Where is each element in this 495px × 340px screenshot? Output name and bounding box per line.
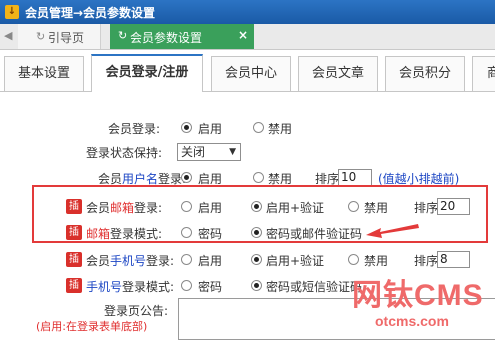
tab-mall[interactable]: 商 — [472, 56, 495, 91]
mobile-login-label: 会员手机号登录: — [86, 254, 175, 268]
plugin-badge: 插 — [66, 199, 82, 214]
username-login-disable-radio[interactable] — [253, 172, 264, 183]
download-arrow-icon: ↓ — [5, 5, 19, 19]
login-keep-label: 登录状态保持: — [86, 146, 163, 160]
email-sort-label: 排序 — [414, 201, 439, 215]
tab-guide-page[interactable]: ↻ 引导页 — [18, 24, 101, 49]
member-login-disable-radio[interactable] — [253, 122, 264, 133]
mobile-login-enable-radio[interactable] — [181, 254, 192, 265]
mobile-login-enable-text: 启用 — [198, 254, 223, 268]
email-login-disable-radio[interactable] — [348, 201, 359, 212]
tab-member-settings-label: 会员参数设置 — [130, 31, 203, 45]
member-login-disable-text: 禁用 — [268, 122, 293, 136]
tab-member-settings[interactable]: ↻ 会员参数设置 × — [110, 24, 254, 49]
member-login-enable-text: 启用 — [198, 122, 223, 136]
email-sort-input[interactable]: 20 — [437, 198, 470, 215]
email-login-disable-text: 禁用 — [364, 201, 389, 215]
email-login-enable-verify-text: 启用+验证 — [266, 201, 325, 215]
mobile-mode-password-or-sms-radio[interactable] — [251, 280, 262, 291]
window-title: 会员管理→会员参数设置 — [25, 6, 156, 20]
email-mode-password-text: 密码 — [198, 227, 223, 241]
login-notice-label: 登录页公告: — [104, 304, 169, 318]
mobile-sort-input[interactable]: 8 — [437, 251, 470, 268]
chevron-down-icon: ▼ — [229, 147, 236, 157]
username-login-enable-radio[interactable] — [181, 172, 192, 183]
mobile-mode-label: 手机号登录模式: — [86, 280, 175, 294]
member-login-enable-radio[interactable] — [181, 122, 192, 133]
username-sort-input[interactable]: 10 — [338, 169, 372, 186]
refresh-icon: ↻ — [118, 29, 128, 42]
email-mode-password-radio[interactable] — [181, 227, 192, 238]
mobile-mode-password-or-sms-text: 密码或短信验证码 — [266, 280, 363, 294]
email-login-enable-verify-radio[interactable] — [251, 201, 262, 212]
mobile-login-enable-verify-radio[interactable] — [251, 254, 262, 265]
tab-member-points[interactable]: 会员积分 — [385, 56, 465, 91]
tab-close-icon[interactable]: × — [238, 28, 248, 42]
login-notice-hint: (启用:在登录表单底部) — [36, 320, 148, 333]
plugin-badge: 插 — [66, 252, 82, 267]
mobile-mode-password-text: 密码 — [198, 280, 223, 294]
email-login-enable-radio[interactable] — [181, 201, 192, 212]
mobile-login-disable-text: 禁用 — [364, 254, 389, 268]
email-login-label: 会员邮箱登录: — [86, 201, 163, 215]
red-arrow-annotation — [366, 224, 419, 238]
watermark-url: otcms.com — [375, 313, 449, 329]
tab-guide-label: 引导页 — [48, 31, 85, 45]
mobile-login-enable-verify-text: 启用+验证 — [266, 254, 325, 268]
email-mode-label: 邮箱登录模式: — [86, 227, 163, 241]
email-mode-password-or-code-radio[interactable] — [251, 227, 262, 238]
plugin-badge: 插 — [66, 278, 82, 293]
login-keep-select[interactable]: 关闭 ▼ — [177, 143, 241, 161]
window-title-bar: ↓ 会员管理→会员参数设置 — [0, 0, 495, 24]
tab-login-register[interactable]: 会员登录/注册 — [91, 54, 203, 92]
page-tab-bar: ◀ ↻ 引导页 ↻ 会员参数设置 × — [0, 24, 495, 50]
email-mode-password-or-code-text: 密码或邮件验证码 — [266, 227, 363, 241]
tab-member-articles[interactable]: 会员文章 — [298, 56, 378, 91]
mobile-login-disable-radio[interactable] — [348, 254, 359, 265]
mobile-mode-password-radio[interactable] — [181, 280, 192, 291]
tab-member-center[interactable]: 会员中心 — [211, 56, 291, 91]
tab-basic-settings[interactable]: 基本设置 — [4, 56, 84, 91]
watermark-logo: 网钛CMS — [352, 279, 484, 312]
plugin-badge: 插 — [66, 225, 82, 240]
email-login-enable-text: 启用 — [198, 201, 223, 215]
login-keep-value: 关闭 — [181, 145, 206, 159]
member-login-label: 会员登录: — [108, 122, 161, 136]
tab-scroll-left-icon[interactable]: ◀ — [4, 29, 12, 42]
refresh-icon: ↻ — [36, 30, 46, 43]
settings-tab-bar: 基本设置 会员登录/注册 会员中心 会员文章 会员积分 商 — [0, 54, 495, 92]
mobile-sort-label: 排序 — [414, 254, 439, 268]
